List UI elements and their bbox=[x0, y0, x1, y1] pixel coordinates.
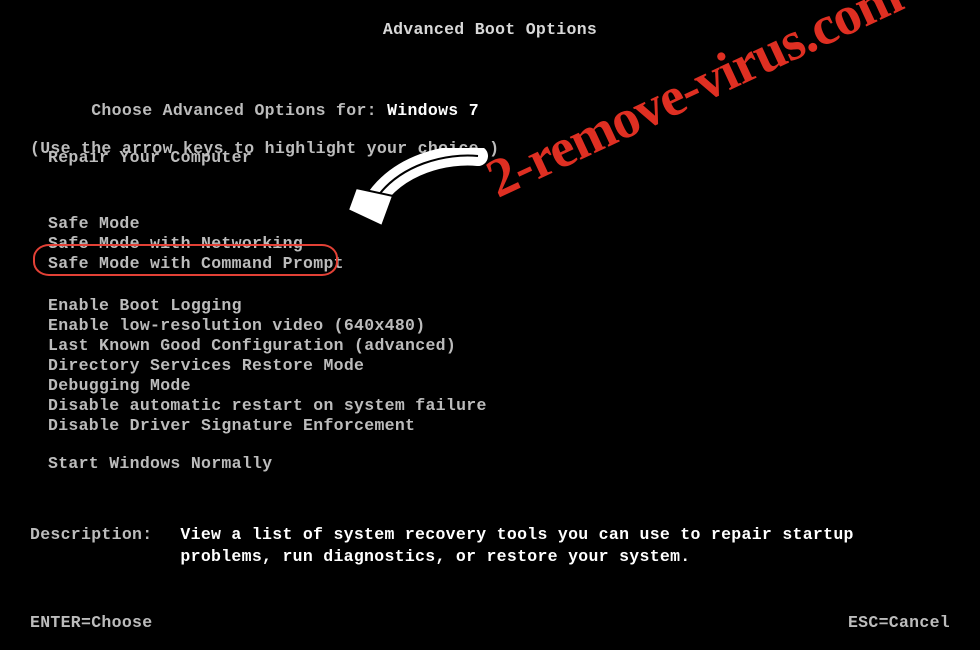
curved-arrow-icon bbox=[338, 148, 488, 238]
description-text: View a list of system recovery tools you… bbox=[180, 524, 940, 568]
footer-enter-hint: ENTER=Choose bbox=[30, 613, 152, 632]
os-name: Windows 7 bbox=[387, 101, 479, 120]
option-enable-boot-logging[interactable]: Enable Boot Logging bbox=[48, 296, 487, 316]
option-debugging-mode[interactable]: Debugging Mode bbox=[48, 376, 487, 396]
description-block: Description: View a list of system recov… bbox=[30, 524, 940, 568]
intro-block: Choose Advanced Options for: Windows 7 (… bbox=[30, 82, 499, 158]
option-disable-driver-sig[interactable]: Disable Driver Signature Enforcement bbox=[48, 416, 487, 436]
option-safe-mode[interactable]: Safe Mode bbox=[48, 214, 344, 234]
page-title: Advanced Boot Options bbox=[0, 20, 980, 39]
footer-esc-hint: ESC=Cancel bbox=[848, 613, 950, 632]
option-start-windows-normally[interactable]: Start Windows Normally bbox=[48, 454, 272, 474]
option-last-known-good[interactable]: Last Known Good Configuration (advanced) bbox=[48, 336, 487, 356]
option-low-res-video[interactable]: Enable low-resolution video (640x480) bbox=[48, 316, 487, 336]
option-directory-services-restore[interactable]: Directory Services Restore Mode bbox=[48, 356, 487, 376]
highlight-ring-annotation bbox=[33, 244, 338, 276]
advanced-boot-options-screen: Advanced Boot Options Choose Advanced Op… bbox=[0, 0, 980, 650]
footer-bar: ENTER=Choose ESC=Cancel bbox=[30, 613, 950, 632]
option-disable-auto-restart[interactable]: Disable automatic restart on system fail… bbox=[48, 396, 487, 416]
intro-prefix: Choose Advanced Options for: bbox=[91, 101, 387, 120]
description-label: Description: bbox=[30, 525, 152, 544]
option-repair-your-computer[interactable]: Repair Your Computer bbox=[48, 148, 252, 168]
